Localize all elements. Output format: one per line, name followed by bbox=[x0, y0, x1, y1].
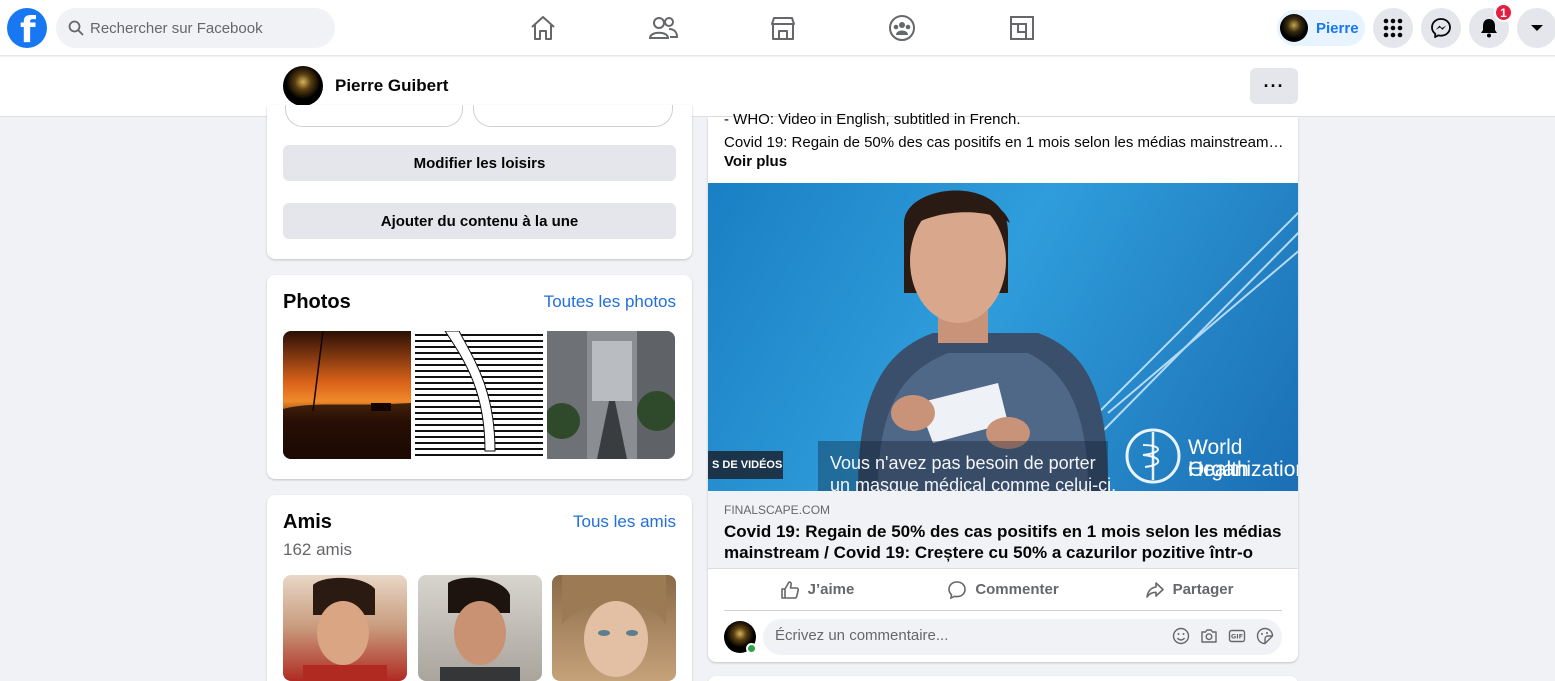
all-photos-link[interactable]: Toutes les photos bbox=[544, 292, 676, 312]
marketplace-icon[interactable] bbox=[767, 12, 799, 44]
search-box[interactable] bbox=[56, 8, 335, 48]
camera-icon[interactable] bbox=[1200, 627, 1218, 645]
edit-hobbies-button[interactable]: Modifier les loisirs bbox=[283, 145, 676, 181]
messenger-button[interactable] bbox=[1421, 8, 1461, 48]
video-tag: S DE VIDÉOS bbox=[712, 459, 783, 471]
like-button[interactable]: J’aime bbox=[724, 569, 910, 610]
friends-card: Amis Tous les amis 162 amis bbox=[267, 495, 692, 681]
gif-icon[interactable]: GIF bbox=[1228, 627, 1246, 645]
photos-title: Photos bbox=[283, 291, 351, 313]
messenger-icon bbox=[1431, 18, 1451, 38]
notification-badge: 1 bbox=[1494, 3, 1513, 22]
friends-count: 162 amis bbox=[283, 540, 352, 559]
photo-thumbnail[interactable] bbox=[283, 331, 411, 459]
comment-button[interactable]: Commenter bbox=[910, 569, 1096, 610]
thumbs-up-icon bbox=[780, 580, 799, 599]
share-icon bbox=[1145, 581, 1164, 598]
all-friends-link[interactable]: Tous les amis bbox=[573, 512, 676, 532]
caret-down-icon bbox=[1531, 25, 1543, 31]
comment-icon bbox=[948, 580, 967, 599]
search-input[interactable] bbox=[90, 19, 310, 37]
profile-sticky-header: Pierre Guibert ··· bbox=[0, 57, 1555, 117]
friends-icon[interactable] bbox=[647, 12, 679, 44]
post-video[interactable]: S DE VIDÉOS Vous n'avez pas besoin de po… bbox=[708, 183, 1298, 491]
friend-portrait bbox=[303, 577, 387, 681]
comment-box[interactable]: GIF bbox=[763, 619, 1282, 655]
add-featured-button[interactable]: Ajouter du contenu à la une bbox=[283, 203, 676, 239]
grid-menu-icon bbox=[1383, 18, 1403, 38]
profile-name[interactable]: Pierre Guibert bbox=[335, 76, 448, 96]
friend-photo[interactable] bbox=[552, 575, 676, 681]
svg-text:GIF: GIF bbox=[1231, 633, 1243, 641]
online-status-dot bbox=[746, 643, 757, 654]
comment-input[interactable] bbox=[775, 627, 1155, 644]
search-icon bbox=[68, 20, 84, 36]
avatar bbox=[1280, 14, 1308, 42]
comment-label: Commenter bbox=[975, 581, 1059, 598]
facebook-logo-icon[interactable]: f bbox=[7, 8, 47, 51]
gaming-icon[interactable] bbox=[1006, 12, 1038, 44]
link-domain: FINALSCAPE.COM bbox=[724, 503, 831, 517]
photo-thumbnail[interactable] bbox=[547, 331, 675, 459]
link-preview[interactable]: FINALSCAPE.COM Covid 19: Regain de 50% d… bbox=[708, 491, 1298, 569]
account-menu-button[interactable] bbox=[1517, 8, 1555, 48]
home-icon[interactable] bbox=[527, 12, 559, 44]
share-button[interactable]: Partager bbox=[1096, 569, 1282, 610]
photos-card: Photos Toutes les photos bbox=[267, 275, 692, 479]
next-feed-post bbox=[708, 676, 1298, 681]
intro-card: Modifier les loisirs Ajouter du contenu … bbox=[267, 105, 692, 259]
video-subtitle-line2: un masque médical comme celui-ci. bbox=[830, 475, 1117, 491]
friend-photo[interactable] bbox=[283, 575, 407, 681]
profile-shortcut-name: Pierre bbox=[1316, 19, 1359, 37]
org-name-line2: Organization bbox=[1188, 458, 1298, 481]
friend-portrait bbox=[440, 577, 520, 681]
emoji-icon[interactable] bbox=[1172, 627, 1190, 645]
friend-portrait bbox=[562, 575, 666, 677]
post-actions: J’aime Commenter Partager bbox=[724, 569, 1282, 611]
feed-post: - WHO: Video in English, subtitled in Fr… bbox=[708, 111, 1298, 662]
post-text-cut-line: - WHO: Video in English, subtitled in Fr… bbox=[724, 111, 1021, 128]
more-options-button[interactable]: ··· bbox=[1250, 68, 1298, 104]
video-subtitle-line1: Vous n'avez pas besoin de porter bbox=[830, 453, 1096, 473]
bell-icon bbox=[1481, 19, 1497, 38]
friend-photo[interactable] bbox=[418, 575, 542, 681]
notifications-button[interactable]: 1 bbox=[1469, 3, 1513, 48]
sticker-icon[interactable] bbox=[1256, 627, 1274, 645]
see-more-link[interactable]: Voir plus bbox=[724, 153, 787, 170]
link-title[interactable]: Covid 19: Regain de 50% des cas positifs… bbox=[724, 521, 1284, 563]
like-label: J’aime bbox=[807, 581, 855, 598]
hobby-chip[interactable] bbox=[285, 105, 463, 127]
hobby-chip[interactable] bbox=[473, 105, 673, 127]
share-label: Partager bbox=[1172, 581, 1234, 598]
friends-title: Amis bbox=[283, 511, 332, 533]
avatar[interactable] bbox=[283, 66, 323, 106]
groups-icon[interactable] bbox=[886, 12, 918, 44]
photo-thumbnail[interactable] bbox=[415, 331, 543, 459]
post-text: Covid 19: Regain de 50% des cas positifs… bbox=[724, 134, 1284, 151]
menu-button[interactable] bbox=[1373, 8, 1413, 48]
profile-shortcut-button[interactable]: Pierre bbox=[1277, 10, 1365, 46]
top-navigation-bar: f Pierre 1 bbox=[0, 0, 1555, 56]
comment-composer: GIF bbox=[724, 619, 1282, 655]
